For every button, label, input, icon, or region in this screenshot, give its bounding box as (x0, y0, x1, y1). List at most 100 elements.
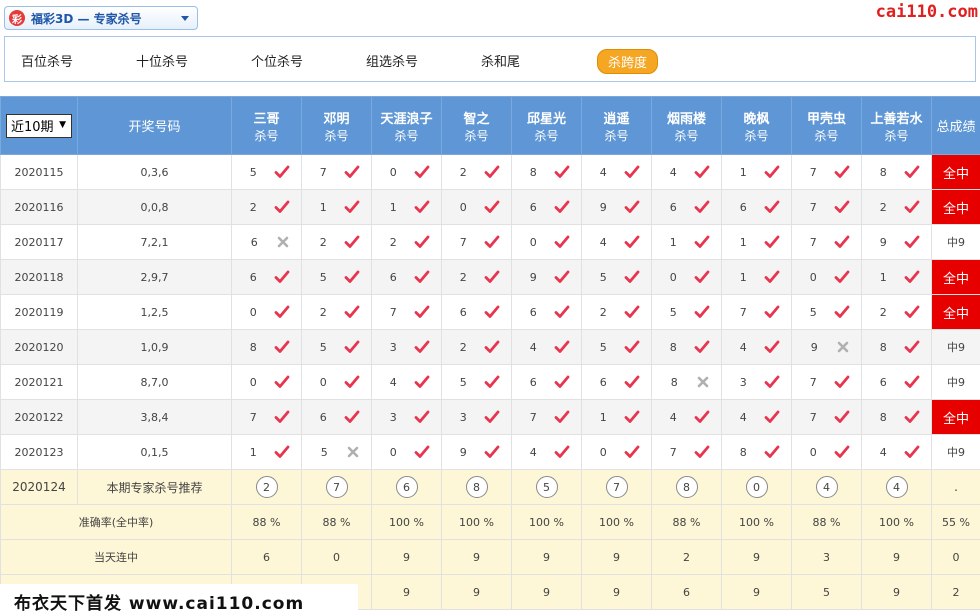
table-row: 2020120 1,0,9 8 5 3 2 4 5 8 4 9 8 中9 (0, 329, 980, 365)
tab-group-kill[interactable]: 组选杀号 (366, 51, 418, 70)
check-icon (764, 165, 780, 178)
streak-today-label: 当天连中 (0, 539, 232, 575)
expert-header[interactable]: 智之 杀号 (441, 96, 512, 155)
expert-header[interactable]: 晚枫 杀号 (721, 96, 792, 155)
tab-tens-kill[interactable]: 十位杀号 (136, 51, 188, 70)
check-icon (694, 165, 710, 178)
draw-number-cell: 7,2,1 (77, 224, 232, 260)
kill-cell: 4 (721, 329, 792, 365)
expert-header[interactable]: 烟雨楼 杀号 (651, 96, 722, 155)
kill-number: 1 (389, 200, 397, 214)
kill-cell-content: 8 (862, 409, 931, 425)
kill-cell-content: 3 (722, 374, 791, 390)
kill-cell-content: 3 (442, 409, 511, 425)
check-icon (694, 340, 710, 353)
check-icon (274, 200, 290, 213)
kill-number: 4 (599, 235, 607, 249)
kill-cell-content: 4 (512, 444, 581, 460)
tab-units-kill[interactable]: 个位杀号 (251, 51, 303, 70)
kill-number: 6 (669, 200, 677, 214)
kill-cell: 7 (511, 399, 582, 435)
tab-hundreds-kill[interactable]: 百位杀号 (21, 51, 73, 70)
kill-cell: 4 (511, 329, 582, 365)
kill-cell-content: 0 (512, 234, 581, 250)
kill-number: 2 (599, 305, 607, 319)
kill-cell-content: 7 (792, 409, 861, 425)
chevron-down-icon (181, 16, 189, 21)
recommend-number: 8 (675, 476, 698, 498)
check-icon (274, 165, 290, 178)
kill-number: 5 (319, 270, 327, 284)
check-icon (414, 375, 430, 388)
check-icon (344, 375, 360, 388)
expert-header[interactable]: 逍遥 杀号 (581, 96, 652, 155)
kill-cell-content: 6 (442, 304, 511, 320)
kill-cell: 6 (231, 224, 302, 260)
check-icon (764, 410, 780, 423)
check-icon (834, 410, 850, 423)
check-icon (484, 235, 500, 248)
kill-number: 5 (809, 305, 817, 319)
kill-number: 4 (739, 340, 747, 354)
kill-number: 4 (599, 165, 607, 179)
kill-number: 6 (459, 305, 467, 319)
expert-header[interactable]: 甲壳虫 杀号 (791, 96, 862, 155)
check-icon (624, 410, 640, 423)
kill-cell-content: 0 (652, 269, 721, 285)
kill-number: 8 (670, 375, 678, 389)
streak-today-total: 0 (931, 539, 980, 575)
check-icon (904, 200, 920, 213)
kill-cell: 2 (231, 189, 302, 225)
kill-cell: 5 (301, 329, 372, 365)
kill-cell-content: 3 (372, 339, 441, 355)
kill-cell: 8 (861, 154, 932, 190)
check-icon (484, 375, 500, 388)
kill-cell: 5 (231, 154, 302, 190)
kill-cell-content: 2 (862, 304, 931, 320)
total-result-cell: 全中 (931, 189, 980, 225)
draw-number-cell: 0,1,5 (77, 434, 232, 470)
streak-today-value: 9 (861, 539, 932, 575)
site-logo[interactable]: cai110.com (876, 2, 978, 22)
tab-span-kill[interactable]: 杀跨度 (597, 49, 659, 74)
kill-cell: 2 (371, 224, 442, 260)
tab-sum-tail-kill[interactable]: 杀和尾 (481, 51, 520, 70)
kill-cell: 2 (861, 189, 932, 225)
kill-number: 3 (389, 340, 397, 354)
kill-cell-content: 5 (302, 339, 371, 355)
kill-cell: 6 (231, 259, 302, 295)
expert-sub: 杀号 (744, 128, 769, 143)
check-icon (904, 165, 920, 178)
lottery-selector[interactable]: 彩 福彩3D — 专家杀号 (4, 6, 198, 30)
kill-number: 8 (879, 410, 887, 424)
kill-number: 9 (810, 340, 818, 354)
kill-number: 3 (459, 410, 467, 424)
period-select[interactable]: 近10期 ▼ (6, 113, 72, 138)
kill-cell: 2 (581, 294, 652, 330)
expert-header[interactable]: 上善若水 杀号 (861, 96, 932, 155)
kill-cell-content: 7 (792, 164, 861, 180)
kill-cell: 7 (231, 399, 302, 435)
expert-header[interactable]: 三哥 杀号 (231, 96, 302, 155)
recommend-result: . (931, 469, 980, 505)
check-icon (484, 340, 500, 353)
check-icon (414, 235, 430, 248)
draw-number-cell: 8,7,0 (77, 364, 232, 400)
expert-header[interactable]: 邱星光 杀号 (511, 96, 582, 155)
streak-today-value: 6 (231, 539, 302, 575)
kill-cell: 6 (511, 364, 582, 400)
kill-cell: 6 (721, 189, 792, 225)
kill-cell: 5 (651, 294, 722, 330)
kill-number: 7 (739, 305, 747, 319)
period-cell: 2020116 (0, 189, 78, 225)
recommend-number: 4 (885, 476, 908, 498)
period-cell: 2020115 (0, 154, 78, 190)
kill-number: 6 (529, 200, 537, 214)
expert-header[interactable]: 天涯浪子 杀号 (371, 96, 442, 155)
kill-cell-content: 0 (792, 444, 861, 460)
recommend-number: 7 (325, 476, 348, 498)
kill-number: 8 (249, 340, 257, 354)
kill-cell: 7 (301, 154, 372, 190)
kill-number: 7 (389, 305, 397, 319)
expert-header[interactable]: 邓明 杀号 (301, 96, 372, 155)
